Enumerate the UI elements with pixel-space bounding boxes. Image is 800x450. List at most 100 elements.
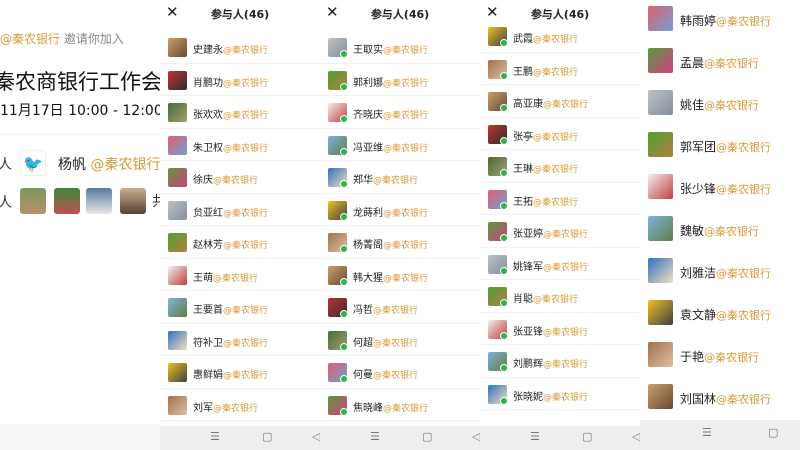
avatar[interactable] (168, 70, 187, 90)
participant-item[interactable]: 齐晓庆@秦农银行 (320, 96, 480, 129)
participant-item[interactable]: 郭利娜@秦农银行 (320, 64, 480, 96)
participant-item[interactable]: 郭军团@秦农银行 (640, 126, 800, 168)
avatar[interactable] (168, 298, 187, 317)
check-icon (340, 310, 348, 318)
participant-item[interactable]: 张晓妮@秦农银行 (480, 378, 640, 410)
home-icon[interactable]: ▢ (582, 430, 592, 443)
participant-item[interactable]: 符补卫@秦农银行 (160, 324, 320, 356)
participant-item[interactable]: 杨菁阁@秦农银行 (320, 226, 480, 259)
participant-item[interactable]: 袁文静@秦农银行 (640, 294, 800, 336)
participant-name: 王要首@秦农银行 (193, 301, 268, 316)
participant-item[interactable]: 焦晓峰@秦农银行 (320, 389, 480, 421)
back-icon[interactable]: ◁ (312, 430, 320, 443)
participant-org: @秦农银行 (716, 393, 772, 406)
avatar[interactable] (168, 168, 187, 187)
avatar[interactable] (168, 103, 187, 122)
participant-item[interactable]: 刘雅洁@秦农银行 (640, 252, 800, 294)
participant-item[interactable]: 刘鹏辉@秦农银行 (480, 345, 640, 378)
participant-item[interactable]: 朱卫权@秦农银行 (160, 129, 320, 161)
host-avatar[interactable]: 🐦 (20, 150, 46, 176)
avatar[interactable] (168, 38, 187, 57)
participant-org: @秦农银行 (543, 100, 589, 110)
menu-icon[interactable]: ☰ (210, 430, 220, 443)
avatar[interactable] (168, 265, 187, 285)
avatar[interactable] (168, 233, 187, 252)
avatar[interactable] (648, 132, 673, 157)
participant-item[interactable]: 姚锋军@秦农银行 (480, 248, 640, 280)
participant-item[interactable]: 徐庆@秦农银行 (160, 161, 320, 194)
participant-item[interactable]: 龙蒔利@秦农银行 (320, 194, 480, 226)
participant-item[interactable]: 冯亚维@秦农银行 (320, 129, 480, 161)
participant-name: 焦晓峰@秦农银行 (353, 399, 428, 414)
participant-item[interactable]: 高亚康@秦农银行 (480, 85, 640, 118)
participant-item[interactable]: 贠亚红@秦农银行 (160, 194, 320, 226)
participant-org: @秦农银行 (383, 241, 429, 251)
participant-item[interactable]: 魏敏@秦农银行 (640, 210, 800, 252)
avatar[interactable] (648, 384, 673, 409)
participant-item[interactable]: 姚佳@秦农银行 (640, 84, 800, 126)
participant-item[interactable]: 王取实@秦农银行 (320, 31, 480, 64)
participant-name-text: 孟晨 (680, 56, 705, 70)
participant-item[interactable]: 武霞@秦农银行 (480, 20, 640, 53)
participant-item[interactable]: 张少锋@秦农银行 (640, 168, 800, 210)
participant-item[interactable]: 韩大猩@秦农银行 (320, 259, 480, 291)
avatar[interactable] (168, 395, 187, 415)
participant-item[interactable]: 惠鲜娟@秦农银行 (160, 356, 320, 389)
avatar[interactable] (648, 174, 673, 199)
home-icon[interactable]: ▢ (262, 430, 272, 443)
menu-icon[interactable]: ☰ (370, 430, 380, 443)
participant-item[interactable]: 韩雨婷@秦农银行 (640, 0, 800, 42)
participant-item[interactable]: 史建永@秦农银行 (160, 31, 320, 64)
participant-org: @秦农银行 (383, 273, 429, 284)
participant-name: 刘鹏辉@秦农银行 (513, 355, 588, 370)
avatar[interactable] (648, 216, 673, 241)
participant-avatar[interactable] (120, 188, 146, 214)
avatar[interactable] (168, 330, 187, 350)
participant-avatar[interactable] (20, 188, 46, 214)
home-icon[interactable]: ▢ (768, 426, 778, 439)
avatar[interactable] (648, 48, 673, 73)
avatar[interactable] (168, 363, 187, 382)
participant-item[interactable]: 郑华@秦农银行 (320, 161, 480, 194)
participant-item[interactable]: 何曼@秦农银行 (320, 356, 480, 389)
participant-item[interactable]: 张亭@秦农银行 (480, 118, 640, 150)
participant-avatar[interactable] (54, 188, 80, 214)
participant-item[interactable]: 张亚锋@秦农银行 (480, 313, 640, 345)
back-icon[interactable]: ◁ (632, 430, 640, 443)
participant-item[interactable]: 刘军@秦农银行 (160, 389, 320, 421)
avatar[interactable] (648, 300, 673, 325)
participant-item[interactable]: 王萌@秦农银行 (160, 259, 320, 291)
participant-item[interactable]: 肖聪@秦农银行 (480, 280, 640, 313)
participant-avatar[interactable] (86, 188, 112, 214)
participant-item[interactable]: 张亚婷@秦农银行 (480, 215, 640, 248)
participant-item[interactable]: 王拓@秦农银行 (480, 183, 640, 215)
participant-name: 杨菁阁@秦农银行 (353, 236, 428, 251)
participant-name-text: 刘雅洁 (680, 266, 717, 280)
participant-name-text: 武霞 (513, 34, 533, 45)
participant-item[interactable]: 王鹏@秦农银行 (480, 53, 640, 85)
menu-icon[interactable]: ☰ (702, 426, 712, 439)
participant-item[interactable]: 张欢欢@秦农银行 (160, 96, 320, 129)
avatar[interactable] (168, 200, 187, 220)
participant-item[interactable]: 于艳@秦农银行 (640, 336, 800, 378)
participant-item[interactable]: 刘国林@秦农银行 (640, 378, 800, 420)
host-name[interactable]: 杨帆 @秦农银行 (58, 154, 160, 174)
participant-item[interactable]: 肖鹏功@秦农银行 (160, 64, 320, 96)
participant-item[interactable]: 王琳@秦农银行 (480, 150, 640, 183)
participants-more[interactable]: 共 (152, 191, 160, 211)
back-icon[interactable]: ◁ (472, 430, 480, 443)
participant-item[interactable]: 孟晨@秦农银行 (640, 42, 800, 84)
avatar[interactable] (648, 342, 673, 367)
avatar[interactable] (168, 135, 187, 155)
avatar[interactable] (648, 258, 673, 283)
participant-name-text: 王琳 (513, 164, 533, 175)
avatar[interactable] (648, 6, 673, 31)
menu-icon[interactable]: ☰ (530, 430, 540, 443)
home-icon[interactable]: ▢ (422, 430, 432, 443)
participant-name: 郑华@秦农银行 (353, 171, 418, 186)
participant-item[interactable]: 赵林芳@秦农银行 (160, 226, 320, 259)
avatar[interactable] (648, 90, 673, 115)
participant-item[interactable]: 冯哲@秦农银行 (320, 291, 480, 324)
participant-item[interactable]: 王要首@秦农银行 (160, 291, 320, 324)
participant-item[interactable]: 何超@秦农银行 (320, 324, 480, 356)
